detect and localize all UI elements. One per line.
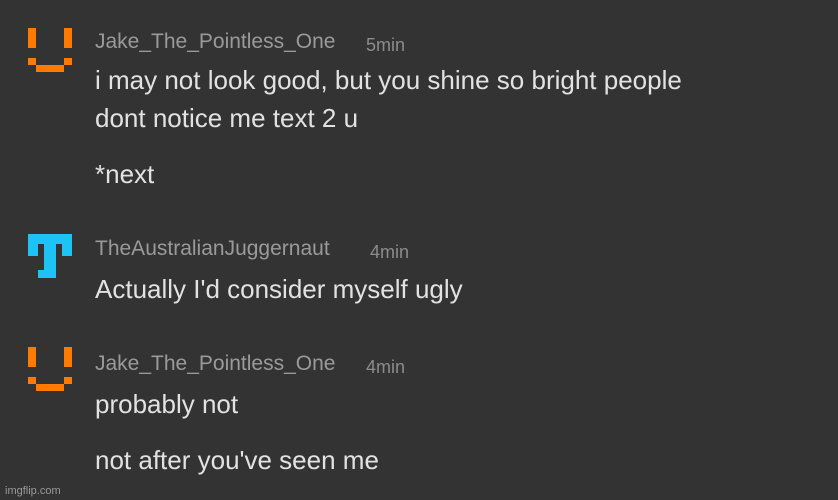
timestamp: 4min — [370, 242, 410, 262]
username[interactable]: Jake_The_Pointless_One — [95, 30, 336, 54]
username[interactable]: TheAustralianJuggernaut — [95, 237, 330, 261]
message-line: probably not — [95, 389, 239, 419]
orange-smiley-icon — [28, 28, 72, 72]
user-avatar[interactable] — [28, 234, 72, 278]
watermark: imgflip.com — [5, 485, 61, 497]
blue-t-icon — [28, 234, 72, 278]
timestamp: 4min — [366, 357, 406, 377]
timestamp: 5min — [366, 35, 406, 55]
message-line: dont notice me text 2 u — [95, 103, 359, 133]
orange-smiley-icon — [28, 347, 72, 391]
message-line: i may not look good, but you shine so br… — [95, 65, 682, 95]
message-line: *next — [95, 159, 155, 189]
user-avatar[interactable] — [28, 28, 72, 72]
username[interactable]: Jake_The_Pointless_One — [95, 352, 336, 376]
user-avatar[interactable] — [28, 347, 72, 391]
message-line: not after you've seen me — [95, 445, 379, 475]
message-line: Actually I'd consider myself ugly — [95, 274, 463, 304]
